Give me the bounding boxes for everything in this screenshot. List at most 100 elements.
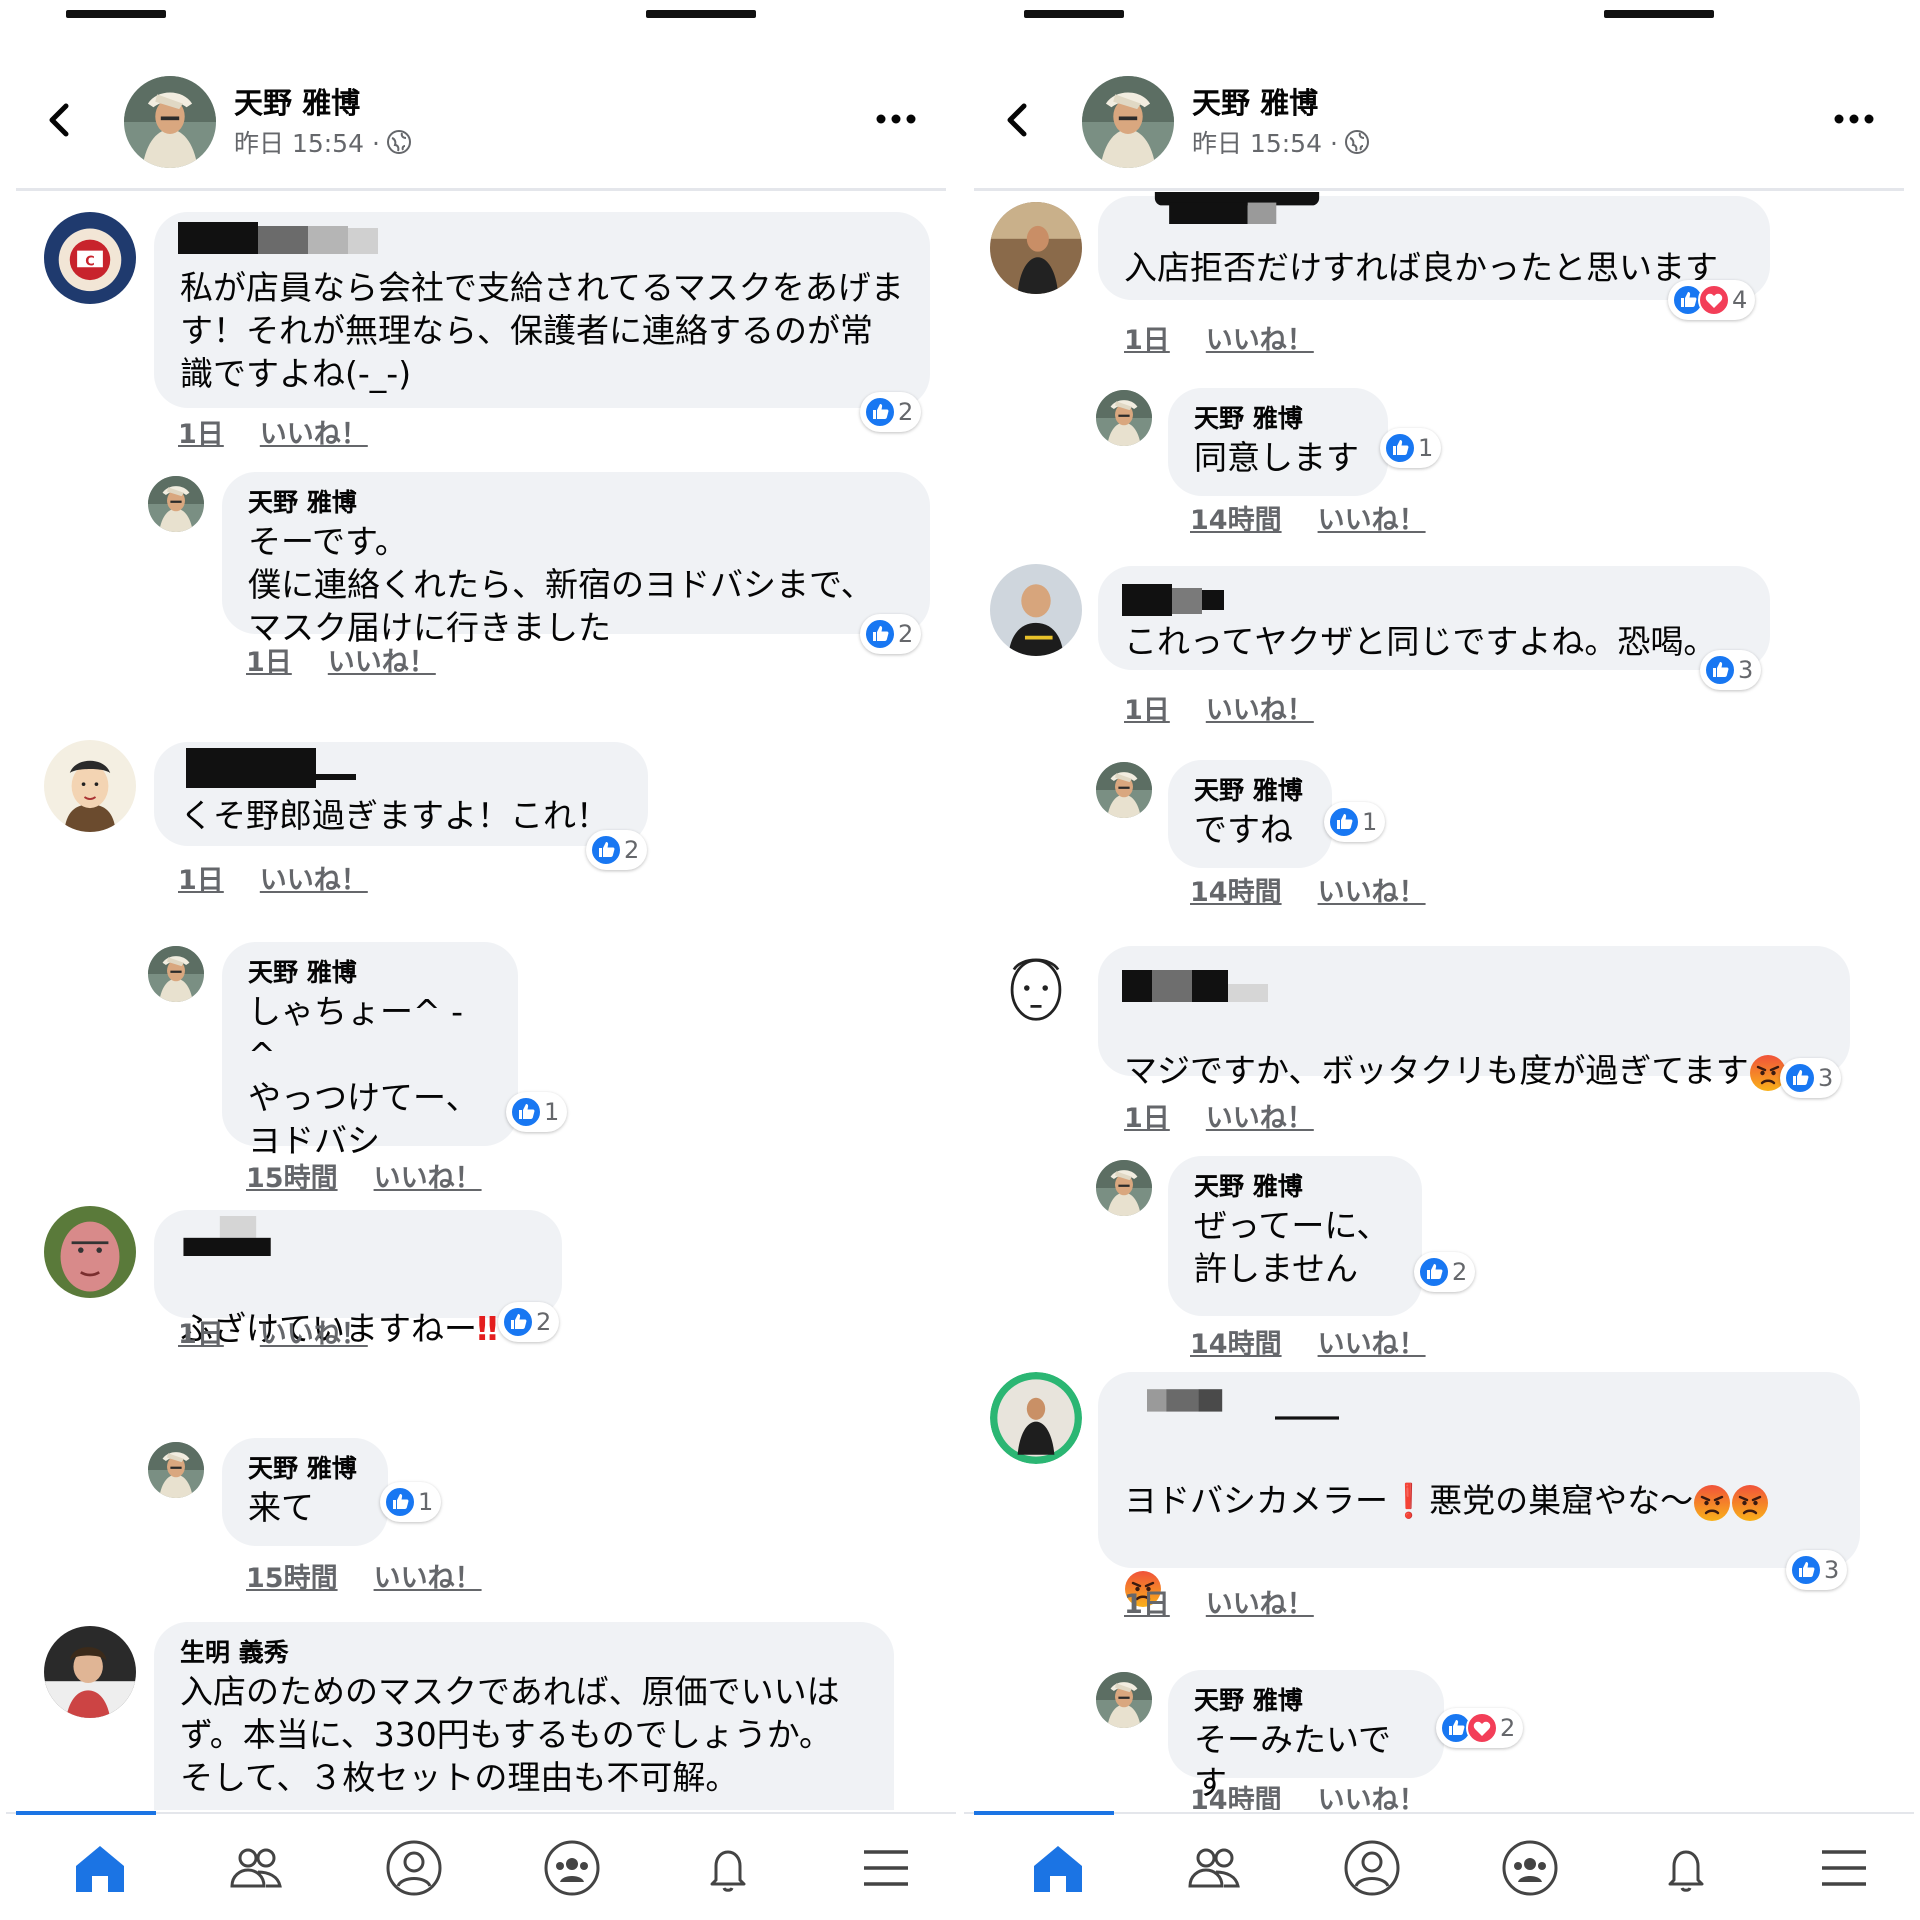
comment-time[interactable]: 1日	[178, 1312, 224, 1351]
friends-tab[interactable]	[224, 1836, 288, 1900]
menu-tab[interactable]	[1812, 1836, 1876, 1900]
comment-time[interactable]: 1日	[1124, 318, 1170, 357]
comment-author[interactable]: 天野 雅博	[1194, 402, 1362, 436]
commenter-avatar[interactable]	[148, 476, 204, 532]
post-header: 天野 雅博 昨日 15:54 ·	[964, 62, 1914, 190]
reaction-count[interactable]: 3	[1780, 1058, 1842, 1098]
comment-time[interactable]: 1日	[1124, 1582, 1170, 1621]
friends-icon	[1188, 1848, 1240, 1888]
like-link[interactable]: いいね！	[374, 1556, 482, 1595]
reaction-count[interactable]: 3	[1786, 1550, 1848, 1590]
groups-tab[interactable]	[540, 1836, 604, 1900]
more-icon[interactable]	[874, 112, 918, 126]
like-icon	[1384, 432, 1416, 464]
commenter-avatar[interactable]	[44, 740, 136, 832]
menu-tab[interactable]	[854, 1836, 918, 1900]
reaction-count[interactable]: 1	[1324, 802, 1386, 842]
comment-time[interactable]: 14時間	[1190, 1322, 1282, 1361]
reaction-count[interactable]: 1	[380, 1482, 442, 1522]
commenter-avatar[interactable]	[990, 1372, 1082, 1464]
commenter-avatar[interactable]	[1096, 1672, 1152, 1728]
commenter-avatar[interactable]	[148, 946, 204, 1002]
commenter-avatar[interactable]	[1096, 390, 1152, 446]
notifications-tab[interactable]	[1654, 1836, 1718, 1900]
comment-author[interactable]: 天野 雅博	[1194, 1684, 1418, 1718]
comment-author[interactable]: 天野 雅博	[248, 1452, 362, 1486]
profile-tab[interactable]	[1340, 1836, 1404, 1900]
comment-text: くそ野郎過ぎますよ！これ！	[180, 796, 609, 835]
like-link[interactable]: いいね！	[260, 412, 368, 451]
groups-tab[interactable]	[1498, 1836, 1562, 1900]
comment-time[interactable]: 14時間	[1190, 870, 1282, 909]
comment-time[interactable]: 15時間	[246, 1556, 338, 1595]
more-icon[interactable]	[1832, 112, 1876, 126]
home-tab[interactable]	[68, 1836, 132, 1900]
author-name[interactable]: 天野 雅博	[1192, 80, 1318, 122]
home-tab[interactable]	[1026, 1836, 1090, 1900]
like-link[interactable]: いいね！	[1318, 1322, 1426, 1361]
comment-author[interactable]: 天野 雅博	[1194, 774, 1306, 808]
reaction-count[interactable]: 2	[498, 1302, 560, 1342]
reaction-count[interactable]: 2	[860, 614, 922, 654]
comment-time[interactable]: 1日	[246, 640, 292, 679]
reaction-count[interactable]: 3	[1700, 650, 1762, 690]
comment-author[interactable]: 天野 雅博	[1194, 1170, 1396, 1204]
comment-author[interactable]: 生明 義秀	[180, 1636, 868, 1670]
comment-time[interactable]: 14時間	[1190, 1778, 1282, 1810]
like-link[interactable]: いいね！	[374, 1156, 482, 1195]
like-link[interactable]: いいね！	[1206, 318, 1314, 357]
profile-tab[interactable]	[382, 1836, 446, 1900]
comment-time[interactable]: 1日	[178, 858, 224, 897]
commenter-avatar[interactable]	[44, 1626, 136, 1718]
comment-author[interactable]: 天野 雅博	[248, 956, 492, 990]
commenter-avatar[interactable]	[990, 564, 1082, 656]
home-icon	[1034, 1846, 1082, 1892]
reaction-count[interactable]: 2	[860, 392, 922, 432]
reaction-count[interactable]: 4	[1668, 280, 1756, 320]
like-link[interactable]: いいね！	[260, 858, 368, 897]
notifications-tab[interactable]	[696, 1836, 760, 1900]
reply-comment: 天野 雅博 そーです。 僕に連絡くれたら、新宿のヨドバシまで、マスク届けに行きま…	[6, 472, 956, 712]
reaction-count[interactable]: 2	[586, 830, 648, 870]
commenter-avatar[interactable]	[990, 202, 1082, 294]
commenter-avatar[interactable]	[148, 1442, 204, 1498]
comment-time[interactable]: 1日	[1124, 688, 1170, 727]
commenter-avatar[interactable]	[1096, 1160, 1152, 1216]
like-link[interactable]: いいね！	[1206, 1582, 1314, 1621]
comment-time[interactable]: 1日	[1124, 1096, 1170, 1135]
reaction-count[interactable]: 1	[506, 1092, 568, 1132]
author-avatar[interactable]	[124, 76, 216, 168]
like-link[interactable]: いいね！	[1318, 1778, 1426, 1810]
like-link[interactable]: いいね！	[260, 1312, 368, 1351]
like-link[interactable]: いいね！	[1318, 498, 1426, 537]
commenter-avatar[interactable]	[44, 1206, 136, 1298]
back-arrow-icon[interactable]	[998, 100, 1038, 140]
active-tab-indicator	[16, 1811, 156, 1815]
globe-icon	[386, 130, 411, 154]
like-link[interactable]: いいね！	[1318, 870, 1426, 909]
friends-tab[interactable]	[1182, 1836, 1246, 1900]
commenter-avatar[interactable]: C	[44, 212, 136, 304]
comment-author[interactable]: 天野 雅博	[248, 486, 904, 520]
like-icon	[1418, 1256, 1450, 1288]
comment-time[interactable]: 1日	[178, 412, 224, 451]
comment-time[interactable]: 14時間	[1190, 498, 1282, 537]
commenter-avatar[interactable]	[990, 942, 1082, 1034]
author-name[interactable]: 天野 雅博	[234, 80, 360, 122]
reaction-count[interactable]: 1	[1380, 428, 1442, 468]
groups-icon	[1502, 1840, 1558, 1896]
like-link[interactable]: いいね！	[1206, 1096, 1314, 1135]
like-link[interactable]: いいね！	[328, 640, 436, 679]
reply-comment: 天野 雅博 来て 1 15時間 いいね！	[6, 1438, 956, 1598]
commenter-avatar[interactable]	[1096, 762, 1152, 818]
like-link[interactable]: いいね！	[1206, 688, 1314, 727]
comment-time[interactable]: 15時間	[246, 1156, 338, 1195]
reaction-count[interactable]: 2	[1436, 1708, 1524, 1748]
back-arrow-icon[interactable]	[40, 100, 80, 140]
comment-text: これってヤクザと同じですよね。恐喝。	[1124, 622, 1717, 661]
redacted-name	[1122, 584, 1224, 616]
bottom-tab-bar	[6, 1811, 956, 1920]
comment-actions: 14時間 いいね！	[1190, 498, 1426, 537]
author-avatar[interactable]	[1082, 76, 1174, 168]
reaction-count[interactable]: 2	[1414, 1252, 1476, 1292]
